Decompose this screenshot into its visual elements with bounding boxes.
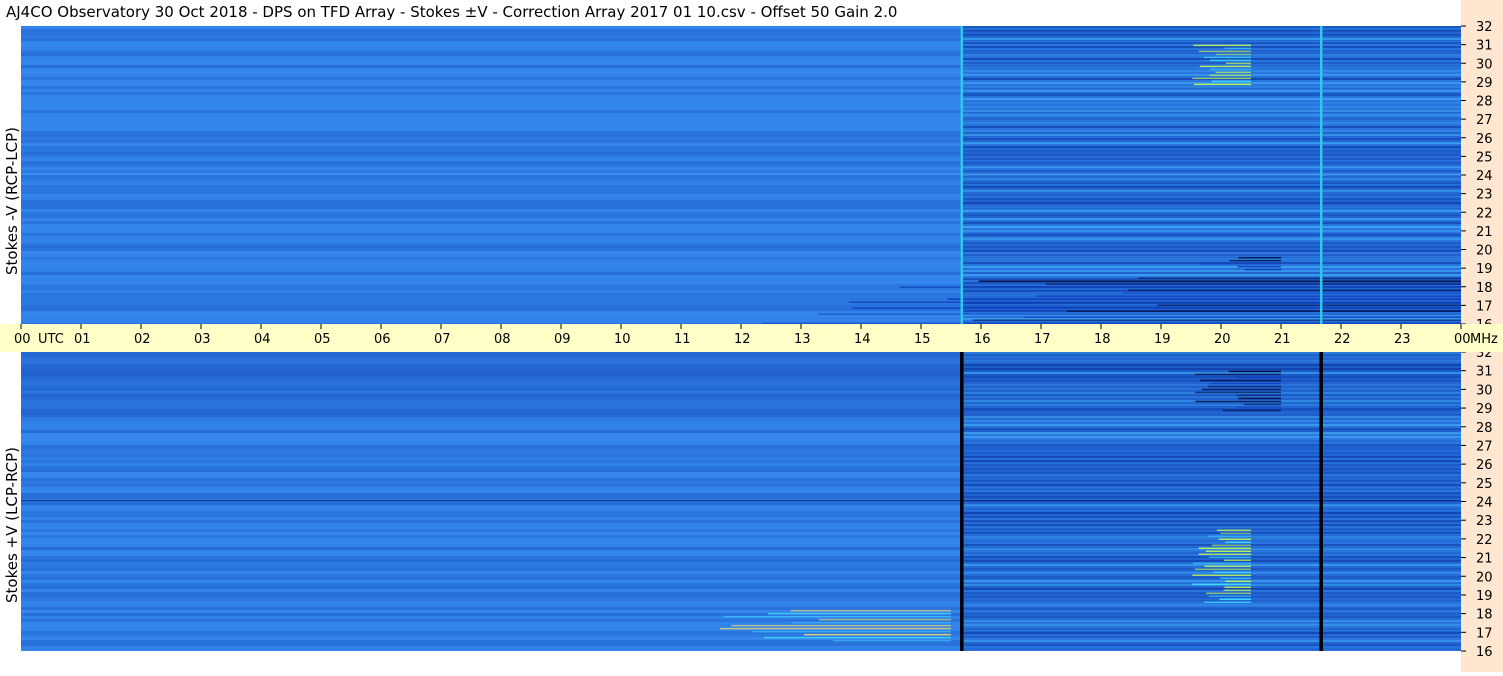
freq-tick-label: 28: [1476, 95, 1493, 110]
freq-tick-label: 29: [1476, 76, 1493, 91]
freq-tick-label: 25: [1476, 477, 1493, 492]
freq-tick-label: 31: [1476, 365, 1493, 380]
time-tick-label: 21: [1274, 332, 1291, 347]
time-tick-label: 13: [794, 332, 811, 347]
time-tick-label: 09: [554, 332, 571, 347]
freq-tick-label: 31: [1476, 39, 1493, 54]
time-tick-label: 05: [314, 332, 331, 347]
freq-tick-label: 19: [1476, 589, 1493, 604]
time-tick-label: 10: [614, 332, 631, 347]
freq-tick-label: 18: [1476, 608, 1493, 623]
time-tick-label: 17: [1034, 332, 1051, 347]
bottom-spectrogram-panel: [21, 352, 1461, 651]
time-tick-label: 20: [1214, 332, 1231, 347]
time-tick-label: 14: [854, 332, 871, 347]
top-spectrogram-panel: [21, 26, 1461, 324]
freq-tick-label: 26: [1476, 458, 1493, 473]
time-tick-label: 11: [674, 332, 691, 347]
freq-tick-label: 16: [1476, 645, 1493, 660]
freq-tick-label: 22: [1476, 533, 1493, 548]
bottom-panel-ylabel: Stokes +V (LCP-RCP): [3, 447, 21, 603]
freq-tick-label: 27: [1476, 113, 1493, 128]
top-spectrogram: [21, 26, 1461, 324]
time-tick-label: 16: [974, 332, 991, 347]
freq-tick-label: 22: [1476, 206, 1493, 221]
freq-tick-label: 29: [1476, 402, 1493, 417]
bottom-frequency-axis: 32 31 30 29 28 27 26 25 24 23 22 21 20 19 18 17 16: [1461, 346, 1503, 672]
freq-tick-label: 17: [1476, 626, 1493, 641]
time-tick-label: 02: [134, 332, 151, 347]
freq-tick-label: 21: [1476, 552, 1493, 567]
freq-tick-label: 18: [1476, 281, 1493, 296]
time-tick-label: 00: [1454, 332, 1471, 347]
time-tick-label: 04: [254, 332, 271, 347]
top-panel-ylabel: Stokes -V (RCP-LCP): [3, 127, 21, 275]
mhz-unit-label: MHz: [1470, 332, 1498, 347]
freq-tick-label: 20: [1476, 244, 1493, 259]
freq-tick-label: 21: [1476, 225, 1493, 240]
freq-tick-label: 23: [1476, 188, 1493, 203]
freq-tick-label: 20: [1476, 570, 1493, 585]
freq-tick-label: 23: [1476, 514, 1493, 529]
freq-tick-label: 28: [1476, 421, 1493, 436]
time-tick-label: 23: [1394, 332, 1411, 347]
freq-tick-label: 27: [1476, 439, 1493, 454]
freq-tick-label: 19: [1476, 262, 1493, 277]
time-tick-label: 03: [194, 332, 211, 347]
time-tick-label: 08: [494, 332, 511, 347]
freq-tick-label: 16: [1476, 318, 1493, 324]
freq-tick-label: 17: [1476, 299, 1493, 314]
time-tick-label: 06: [374, 332, 391, 347]
bottom-spectrogram: [21, 352, 1461, 651]
time-tick-label: 18: [1094, 332, 1111, 347]
time-tick-label: 07: [434, 332, 451, 347]
top-frequency-axis: 32 31 30 29 28 27 26 25 24 23 22 21 20 19 18 17 16: [1461, 0, 1503, 333]
chart-title: AJ4CO Observatory 30 Oct 2018 - DPS on T…: [6, 3, 898, 21]
time-tick-label: 01: [74, 332, 91, 347]
time-tick-label: 19: [1154, 332, 1171, 347]
freq-tick-label: 24: [1476, 496, 1493, 511]
time-tick-label: 12: [734, 332, 751, 347]
freq-tick-label: 24: [1476, 169, 1493, 184]
time-tick-label: 15: [914, 332, 931, 347]
time-tick-label: 22: [1334, 332, 1351, 347]
freq-tick-label: 32: [1476, 352, 1493, 361]
utc-unit-label: UTC: [38, 332, 64, 347]
freq-tick-label: 30: [1476, 57, 1493, 72]
time-tick-label: 00: [14, 332, 31, 347]
freq-tick-label: 32: [1476, 20, 1493, 35]
freq-tick-label: 26: [1476, 132, 1493, 147]
freq-tick-label: 25: [1476, 150, 1493, 165]
freq-tick-label: 30: [1476, 383, 1493, 398]
utc-time-axis: 00 01 02 03 04 05 06 07 08 09 10 11 12 13 14 15 16 17 18 19…: [0, 324, 1503, 352]
